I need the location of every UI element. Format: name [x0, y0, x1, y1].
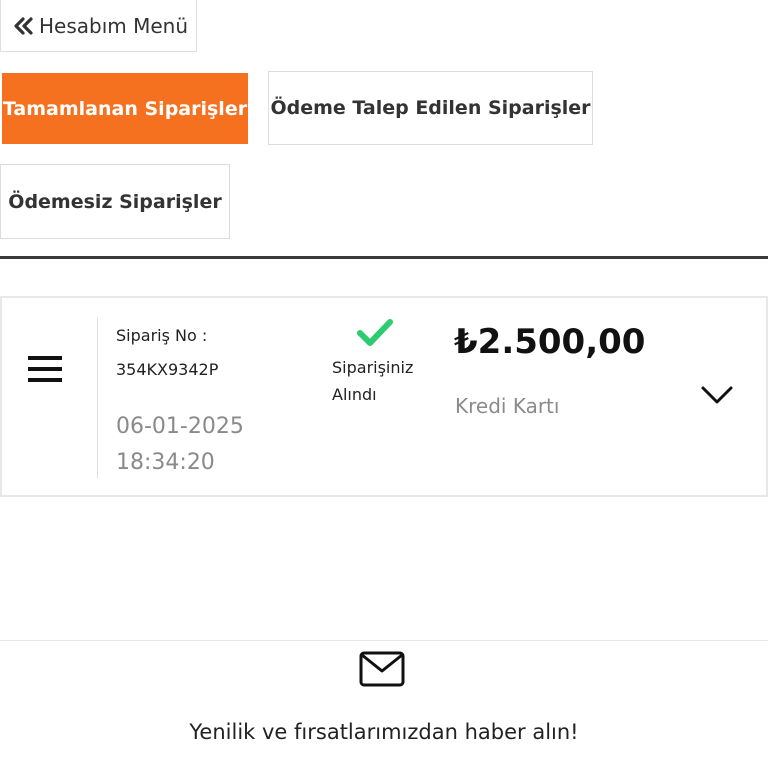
envelope-icon — [359, 651, 405, 691]
newsletter-text: Yenilik ve fırsatlarımızdan haber alın! — [189, 720, 579, 744]
tab-payment-requested-orders[interactable]: Ödeme Talep Edilen Siparişler — [268, 71, 593, 145]
order-card[interactable]: Sipariş No : 354KX9342P 06-01-2025 18:34… — [0, 296, 768, 497]
order-status-line: Siparişiniz — [332, 358, 414, 377]
check-icon — [356, 318, 394, 352]
order-status: Siparişiniz Alındı — [332, 354, 432, 408]
tab-completed-orders[interactable]: Tamamlanan Siparişler — [2, 73, 248, 144]
tab-unpaid-orders[interactable]: Ödemesiz Siparişler — [0, 164, 230, 239]
order-time: 18:34:20 — [116, 450, 215, 475]
hamburger-menu-icon[interactable] — [28, 354, 62, 388]
back-button-label: Hesabım Menü — [39, 13, 189, 38]
section-divider — [0, 256, 768, 259]
payment-method: Kredi Kartı — [455, 394, 560, 418]
order-amount: ₺2.500,00 — [454, 322, 646, 362]
footer-divider — [0, 640, 768, 641]
double-chevron-left-icon — [13, 16, 35, 36]
tab-label: Ödeme Talep Edilen Siparişler — [270, 97, 591, 119]
card-divider — [97, 318, 98, 478]
chevron-down-icon[interactable] — [700, 384, 734, 410]
back-to-account-menu-button[interactable]: Hesabım Menü — [0, 0, 197, 52]
tab-label: Ödemesiz Siparişler — [8, 190, 222, 213]
order-date: 06-01-2025 — [116, 414, 244, 439]
order-number: 354KX9342P — [116, 360, 219, 379]
order-status-line: Alındı — [332, 385, 377, 404]
tab-label: Tamamlanan Siparişler — [2, 97, 248, 120]
order-number-label: Sipariş No : — [116, 326, 208, 345]
orders-page: Hesabım Menü Tamamlanan Siparişler Ödeme… — [0, 0, 768, 768]
